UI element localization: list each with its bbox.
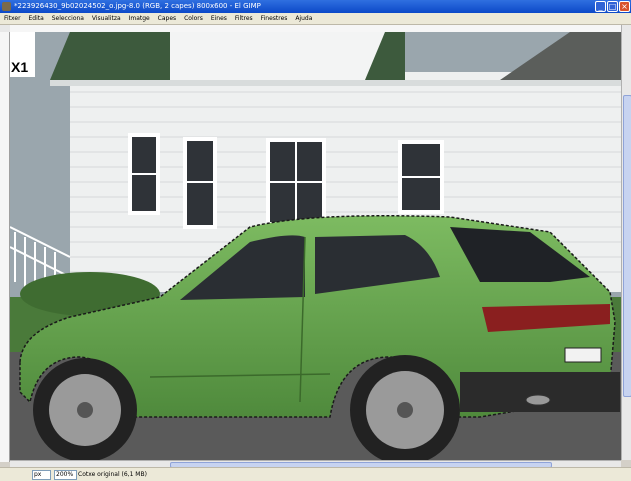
image-canvas[interactable]: X1 [10, 32, 621, 460]
menu-item-finestres[interactable]: Finestres [261, 13, 288, 24]
title-bar: *223926430_9b02024502_o.jpg-8.0 (RGB, 2 … [0, 0, 631, 13]
vertical-ruler[interactable] [0, 32, 10, 462]
vertical-scrollbar[interactable] [621, 25, 631, 460]
menu-bar: Fitxer Edita Selecciona Visualitza Imatg… [0, 13, 631, 25]
menu-item-visualitza[interactable]: Visualitza [92, 13, 121, 24]
status-message: Cotxe original (6,1 MB) [78, 471, 147, 478]
zoom-select[interactable]: 200% [54, 470, 77, 480]
roof-left [50, 32, 170, 80]
menu-item-fitxer[interactable]: Fitxer [4, 13, 21, 24]
gimp-app-icon[interactable] [2, 2, 11, 11]
window-title: *223926430_9b02024502_o.jpg-8.0 (RGB, 2 … [14, 2, 261, 10]
menu-item-eines[interactable]: Eines [211, 13, 227, 24]
close-button[interactable]: × [619, 1, 630, 12]
menu-item-capes[interactable]: Capes [158, 13, 177, 24]
menu-item-colors[interactable]: Colors [184, 13, 203, 24]
menu-item-ajuda[interactable]: Ajuda [295, 13, 312, 24]
minimize-button[interactable]: _ [595, 1, 606, 12]
maximize-button[interactable]: □ [607, 1, 618, 12]
ruler-corner[interactable] [0, 25, 10, 32]
unit-select[interactable]: px [32, 470, 51, 480]
menu-item-selecciona[interactable]: Selecciona [52, 13, 84, 24]
image-content [10, 32, 621, 460]
vertical-scroll-thumb[interactable] [623, 95, 631, 397]
menu-item-imatge[interactable]: Imatge [129, 13, 150, 24]
menu-item-edita[interactable]: Edita [28, 13, 43, 24]
status-bar: px 200% Cotxe original (6,1 MB) [0, 467, 631, 481]
menu-item-filtres[interactable]: Filtres [235, 13, 253, 24]
image-label-x1: X1 [10, 32, 35, 77]
